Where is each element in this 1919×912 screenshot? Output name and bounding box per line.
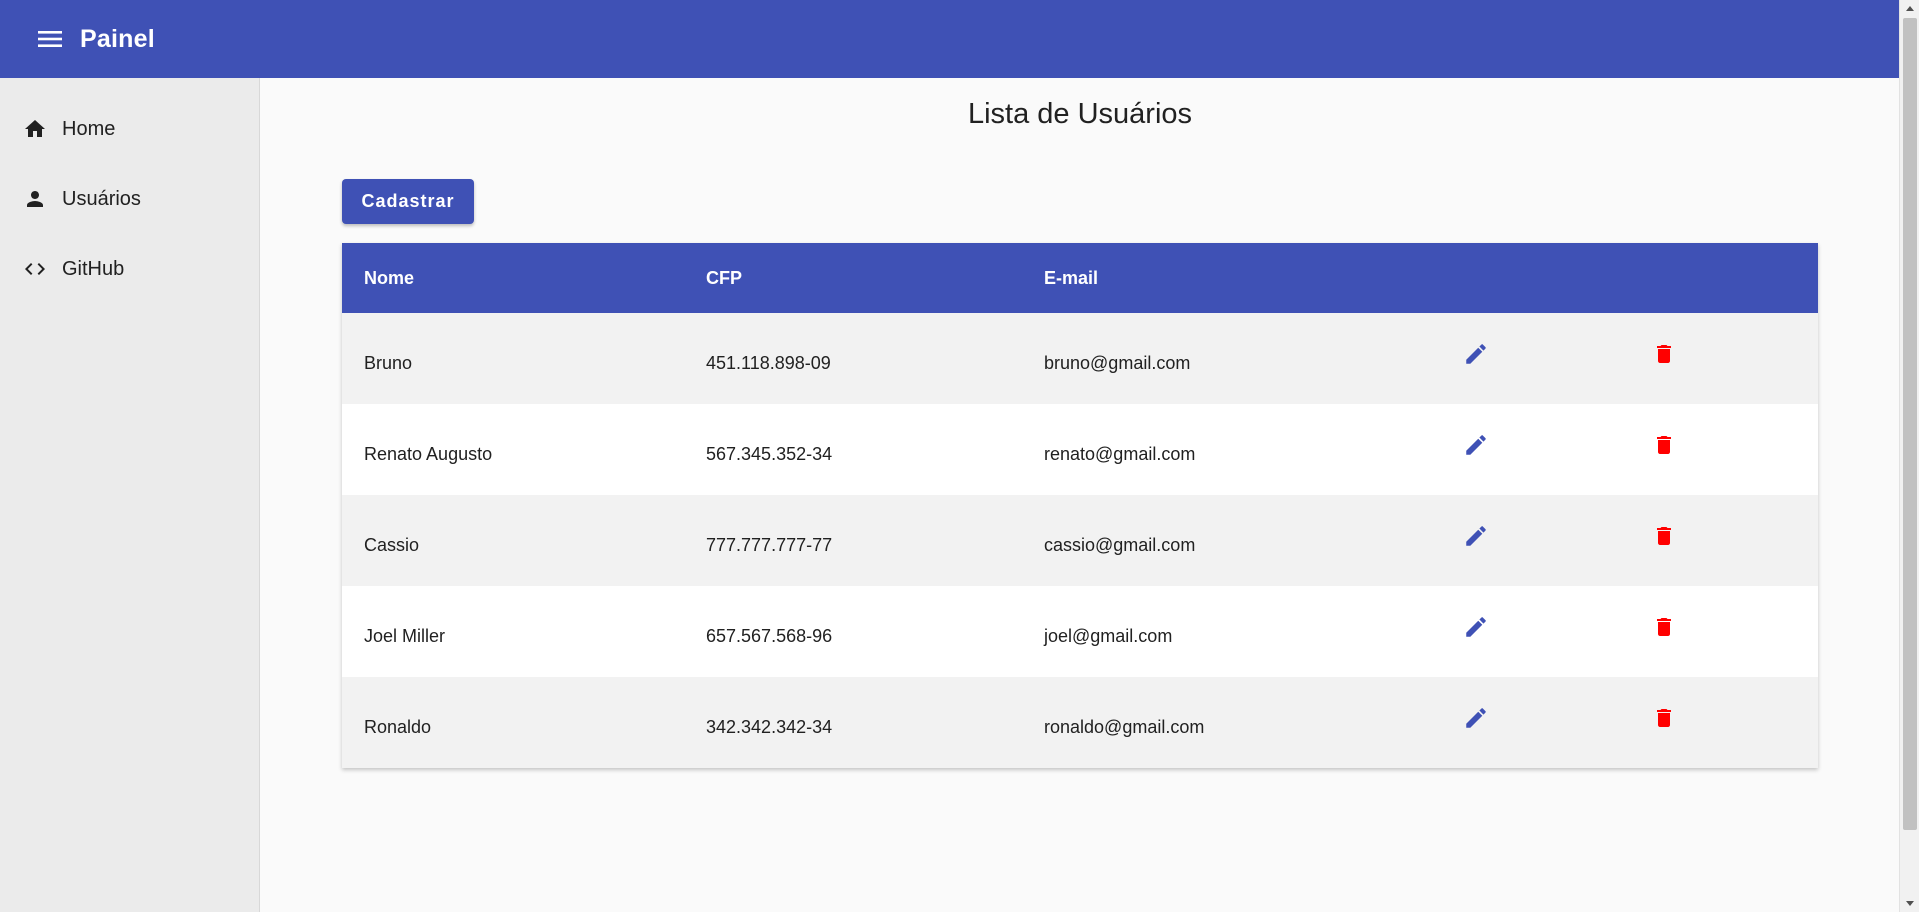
code-icon <box>22 256 48 282</box>
cell-delete <box>1644 586 1818 677</box>
column-header-edit <box>1456 243 1644 313</box>
cell-cfp: 567.345.352-34 <box>706 444 833 464</box>
sidebar-item-label: Usuários <box>62 187 141 210</box>
cell-nome: Joel Miller <box>364 626 446 646</box>
column-header-nome: Nome <box>364 267 415 288</box>
column-header-email: E-mail <box>1044 267 1099 288</box>
table-header-row: Nome CFP E-mail <box>342 243 1818 313</box>
cell-edit <box>1456 586 1644 677</box>
cell-cfp: 777.777.777-77 <box>706 535 833 555</box>
home-icon <box>22 116 48 142</box>
sidebar-item-label: Home <box>62 117 116 140</box>
trash-icon[interactable] <box>1644 334 1684 374</box>
trash-icon[interactable] <box>1644 607 1684 647</box>
register-button[interactable]: Cadastrar <box>342 179 474 224</box>
pencil-icon[interactable] <box>1456 425 1496 465</box>
app-title: Painel <box>80 24 155 53</box>
scrollbar-thumb[interactable] <box>1903 18 1917 830</box>
sidebar: Home Usuários GitHub <box>0 78 260 912</box>
cell-edit <box>1456 677 1644 768</box>
cell-delete <box>1644 677 1818 768</box>
cell-delete <box>1644 313 1818 404</box>
pencil-icon[interactable] <box>1456 334 1496 374</box>
trash-icon[interactable] <box>1644 516 1684 556</box>
page-scrollbar[interactable] <box>1899 0 1919 912</box>
app-bar: Painel <box>0 0 1899 78</box>
trash-icon[interactable] <box>1644 425 1684 465</box>
cell-edit <box>1456 313 1644 404</box>
table-row: Joel Miller 657.567.568-96 joel@gmail.co… <box>342 586 1818 677</box>
cell-delete <box>1644 404 1818 495</box>
main-content: Lista de Usuários Cadastrar Nome CFP E-m… <box>261 78 1899 912</box>
pencil-icon[interactable] <box>1456 516 1496 556</box>
scroll-up-icon[interactable] <box>1900 0 1919 17</box>
person-icon <box>22 186 48 212</box>
trash-icon[interactable] <box>1644 698 1684 738</box>
column-header-delete <box>1644 243 1818 313</box>
users-table: Nome CFP E-mail Bruno 451.118.898-09 bru… <box>342 243 1818 768</box>
cell-email: ronaldo@gmail.com <box>1044 717 1205 737</box>
page-title: Lista de Usuários <box>967 98 1193 130</box>
table-row: Renato Augusto 567.345.352-34 renato@gma… <box>342 404 1818 495</box>
cell-email: cassio@gmail.com <box>1044 535 1196 555</box>
scroll-down-icon[interactable] <box>1900 895 1919 912</box>
cell-cfp: 657.567.568-96 <box>706 626 833 646</box>
sidebar-item-github[interactable]: GitHub <box>0 234 259 304</box>
pencil-icon[interactable] <box>1456 698 1496 738</box>
cell-delete <box>1644 495 1818 586</box>
cell-nome: Renato Augusto <box>364 444 493 464</box>
cell-email: renato@gmail.com <box>1044 444 1196 464</box>
cell-email: joel@gmail.com <box>1044 626 1173 646</box>
table-row: Cassio 777.777.777-77 cassio@gmail.com <box>342 495 1818 586</box>
cell-nome: Cassio <box>364 535 420 555</box>
cell-email: bruno@gmail.com <box>1044 353 1191 373</box>
menu-icon[interactable] <box>34 23 66 55</box>
sidebar-item-usuarios[interactable]: Usuários <box>0 164 259 234</box>
cell-cfp: 451.118.898-09 <box>706 353 831 373</box>
sidebar-item-home[interactable]: Home <box>0 94 259 164</box>
sidebar-item-label: GitHub <box>62 257 125 280</box>
table-row: Bruno 451.118.898-09 bruno@gmail.com <box>342 313 1818 404</box>
column-header-cfp: CFP <box>706 267 742 288</box>
cell-nome: Ronaldo <box>364 717 432 737</box>
cell-edit <box>1456 495 1644 586</box>
cell-edit <box>1456 404 1644 495</box>
cell-nome: Bruno <box>364 353 413 373</box>
table-row: Ronaldo 342.342.342-34 ronaldo@gmail.com <box>342 677 1818 768</box>
cell-cfp: 342.342.342-34 <box>706 717 833 737</box>
pencil-icon[interactable] <box>1456 607 1496 647</box>
